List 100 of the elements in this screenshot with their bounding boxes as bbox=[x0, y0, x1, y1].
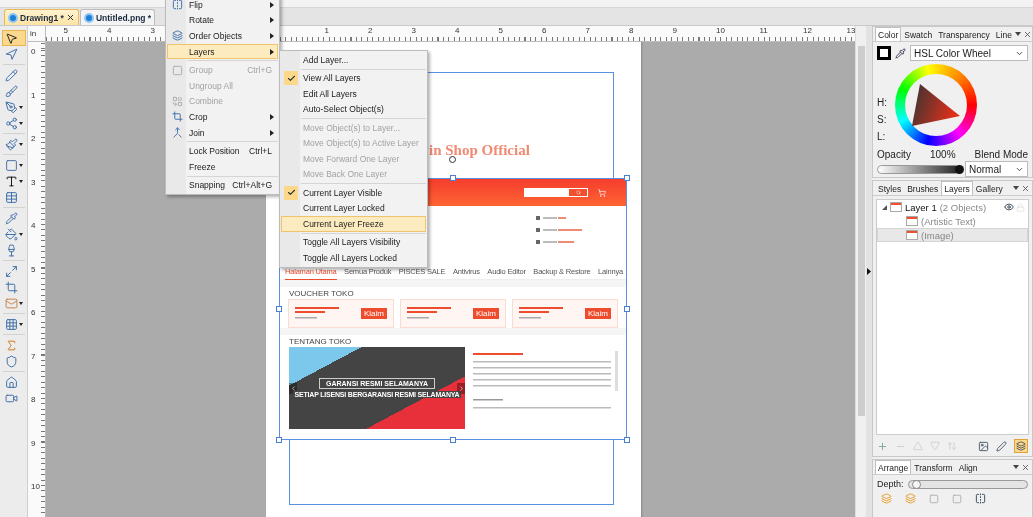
menu-item[interactable]: Current Layer Visible bbox=[281, 185, 426, 201]
panel-tab[interactable]: Color bbox=[875, 27, 902, 41]
image-icon[interactable] bbox=[978, 440, 989, 452]
menu-item[interactable]: Snapping Ctrl+Alt+G bbox=[167, 177, 278, 194]
envelope-icon bbox=[4, 296, 18, 310]
dropdown-caret-icon bbox=[18, 105, 23, 109]
menu-item[interactable]: Rotate bbox=[167, 12, 278, 29]
layer-thumbnail bbox=[906, 216, 918, 226]
ruler-number: 10 bbox=[716, 27, 725, 35]
app-logo-icon bbox=[8, 12, 18, 23]
object-name: (Image) bbox=[921, 229, 954, 241]
menu-item[interactable]: Edit All Layers bbox=[281, 86, 426, 102]
dropdown-caret-icon bbox=[18, 232, 23, 236]
menu-item[interactable]: Crop bbox=[167, 109, 278, 125]
app-logo-icon bbox=[83, 12, 94, 23]
resize-handle[interactable] bbox=[276, 437, 282, 443]
panel-tab[interactable]: Layers bbox=[941, 181, 973, 195]
ruler-number: 5 bbox=[498, 27, 503, 35]
ruler-number: 3 bbox=[31, 178, 36, 187]
arrow-outline-icon bbox=[4, 47, 18, 61]
opacity-value: 100% bbox=[929, 149, 956, 160]
panel-tab[interactable]: Transparency bbox=[935, 27, 993, 41]
menu-item[interactable]: View All Layers bbox=[281, 70, 426, 86]
rectangle-icon bbox=[4, 158, 18, 172]
resize-handle[interactable] bbox=[276, 306, 282, 312]
ruler-number: 8 bbox=[629, 27, 634, 35]
dropdown-caret-icon bbox=[18, 179, 23, 183]
flip-icon[interactable] bbox=[975, 493, 986, 504]
claim-button[interactable]: Klaim bbox=[473, 308, 499, 319]
layer-row[interactable]: (Artistic Text) bbox=[877, 214, 1028, 228]
color-swatch[interactable] bbox=[877, 46, 891, 60]
menu-item[interactable]: Current Layer Freeze bbox=[281, 216, 426, 232]
layer-options-button[interactable] bbox=[1014, 439, 1028, 453]
menu-item[interactable]: Auto-Select Object(s) bbox=[281, 101, 426, 117]
layer-row[interactable]: Layer 1 (2 Objects) bbox=[877, 200, 1028, 214]
resize-handle[interactable] bbox=[624, 437, 630, 443]
menu-item[interactable]: Toggle All Layers Visibility bbox=[281, 234, 426, 250]
claim-button[interactable]: Klaim bbox=[361, 308, 387, 319]
ruler-number: 4 bbox=[31, 222, 36, 230]
color-model-dropdown[interactable]: HSL Color Wheel bbox=[910, 45, 1028, 61]
panel-tab[interactable]: Transform bbox=[911, 460, 956, 474]
submenu-arrow-icon bbox=[270, 17, 274, 24]
pen-icon[interactable] bbox=[996, 440, 1007, 452]
resize-icon bbox=[4, 264, 18, 278]
tool-button[interactable] bbox=[1, 30, 26, 46]
add-icon[interactable] bbox=[877, 440, 888, 452]
object-name: (Artistic Text) bbox=[921, 215, 976, 227]
combine-icon bbox=[171, 95, 183, 107]
connector-icon bbox=[4, 116, 18, 130]
panel-tab[interactable]: Swatch bbox=[901, 27, 936, 41]
menu-item[interactable]: Join bbox=[167, 124, 278, 141]
pointer-icon bbox=[4, 31, 18, 45]
claim-button[interactable]: Klaim bbox=[585, 308, 611, 319]
channel-label: L: bbox=[877, 131, 887, 142]
channel-label: H: bbox=[877, 97, 887, 108]
shield-icon bbox=[4, 354, 18, 368]
close-icon[interactable] bbox=[65, 13, 75, 22]
opacity-slider[interactable] bbox=[877, 164, 961, 174]
ruler-number: 2 bbox=[31, 135, 36, 143]
depth-slider[interactable] bbox=[907, 479, 1028, 489]
panel-menu-icon[interactable] bbox=[1013, 186, 1019, 190]
ruler-number: 10 bbox=[31, 483, 40, 491]
menu-item[interactable]: Layers bbox=[167, 43, 278, 60]
blend-mode-dropdown[interactable]: Normal bbox=[965, 161, 1028, 177]
menu-item[interactable]: Flip bbox=[167, 0, 278, 13]
ruler-unit: in bbox=[30, 29, 37, 38]
slider-thumb[interactable] bbox=[912, 479, 922, 489]
ruler-number: 12 bbox=[803, 27, 812, 35]
vertical-scrollbar[interactable] bbox=[855, 26, 866, 517]
menu-item[interactable]: Current Layer Locked bbox=[281, 200, 426, 216]
document-tab[interactable]: Drawing1 * bbox=[4, 9, 79, 25]
resize-handle[interactable] bbox=[624, 175, 630, 181]
document-tab[interactable]: Untitled.png * bbox=[79, 9, 156, 25]
color-triangle-drawing[interactable] bbox=[910, 82, 962, 128]
panel-tab[interactable]: Align bbox=[955, 460, 981, 474]
eye-icon[interactable] bbox=[1004, 202, 1014, 212]
next-button[interactable] bbox=[457, 383, 465, 394]
menu-item[interactable]: Freeze bbox=[167, 158, 278, 175]
resize-handle[interactable] bbox=[450, 175, 456, 181]
slider-thumb[interactable] bbox=[955, 164, 964, 174]
expand-arrow-icon[interactable] bbox=[882, 204, 887, 210]
menu-item[interactable]: Toggle All Layers Locked bbox=[281, 250, 426, 266]
menu-item[interactable]: Order Objects bbox=[167, 28, 278, 44]
collapse-arrow-icon[interactable] bbox=[867, 268, 871, 275]
resize-handle[interactable] bbox=[450, 437, 456, 443]
resize-handle[interactable] bbox=[624, 306, 630, 312]
menu-item[interactable]: Lock Position Ctrl+L bbox=[167, 143, 278, 159]
panel-tab[interactable]: Brushes bbox=[904, 181, 942, 195]
ruler-number: 6 bbox=[31, 309, 36, 317]
panel-tab[interactable]: Line bbox=[992, 27, 1015, 41]
submenu-arrow-icon bbox=[270, 33, 274, 39]
menu-item[interactable]: Add Layer... bbox=[281, 52, 426, 68]
panel-menu-icon[interactable] bbox=[1013, 465, 1019, 469]
panel-tab[interactable]: Arrange bbox=[875, 460, 912, 474]
previous-button[interactable] bbox=[289, 383, 297, 394]
panel-tab[interactable]: Gallery bbox=[972, 181, 1006, 195]
eyedropper-icon[interactable] bbox=[895, 47, 906, 59]
rotate-handle[interactable] bbox=[449, 156, 456, 163]
panel-menu-icon[interactable] bbox=[1014, 32, 1021, 36]
panel-tab[interactable]: Styles bbox=[875, 181, 905, 195]
